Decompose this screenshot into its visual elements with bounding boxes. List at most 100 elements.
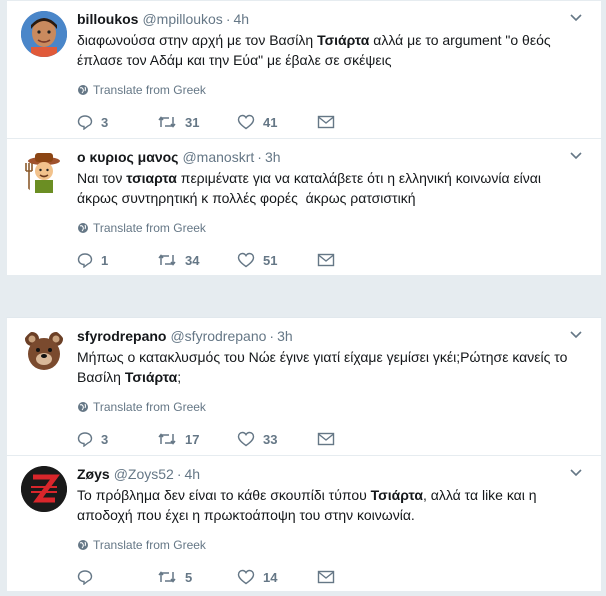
retweet-count: 34: [185, 252, 200, 268]
avatar[interactable]: [21, 11, 67, 57]
retweet-count: 5: [185, 569, 193, 585]
translate-label: Translate from Greek: [93, 400, 206, 414]
tweet-text-part: Ναι τον: [77, 170, 127, 186]
tweet-actions: 3 17 33: [77, 419, 591, 459]
dm-button[interactable]: [317, 115, 397, 129]
translate-link[interactable]: Translate from Greek: [77, 220, 591, 236]
tweet-header: ο κυριος μανος @manoskrt · 3h: [77, 148, 591, 166]
tweet-text-highlight: Τσιάρτα: [317, 32, 370, 48]
z-logo-icon: [21, 466, 67, 512]
retweet-icon: [158, 571, 176, 583]
reply-button[interactable]: 3: [77, 431, 157, 447]
tweet-text: Το πρόβλημα δεν είναι το κάθε σκουπίδι τ…: [77, 485, 591, 525]
tweet-header: sfyrodrepano @sfyrodrepano · 3h: [77, 327, 591, 345]
avatar[interactable]: [21, 149, 67, 195]
translate-link[interactable]: Translate from Greek: [77, 537, 591, 553]
tweet[interactable]: ο κυριος μανος @manoskrt · 3h Ναι τον τσ…: [7, 139, 601, 275]
retweet-icon: [158, 254, 176, 266]
heart-icon: [237, 114, 255, 130]
like-button[interactable]: 33: [237, 431, 317, 447]
tweet[interactable]: Zøys @Zoys52 · 4h Το πρόβλημα δεν είναι …: [7, 456, 601, 592]
author-name[interactable]: Zøys: [77, 465, 110, 483]
retweet-icon: [158, 433, 176, 445]
dm-button[interactable]: [317, 253, 397, 267]
like-button[interactable]: 14: [237, 569, 317, 585]
reply-icon: [77, 253, 93, 268]
avatar[interactable]: [21, 328, 67, 374]
heart-icon: [237, 252, 255, 268]
heart-icon: [237, 569, 255, 585]
tweet-actions: 1 34 51: [77, 240, 591, 280]
retweet-icon: [158, 116, 176, 128]
reply-button[interactable]: [77, 569, 157, 585]
tweet[interactable]: sfyrodrepano @sfyrodrepano · 3h Μήπως ο …: [7, 318, 601, 456]
author-handle[interactable]: @Zoys52: [114, 465, 174, 483]
tweet-text-highlight: Τσιάρτα: [124, 369, 178, 385]
retweet-button[interactable]: 31: [157, 114, 237, 130]
timestamp[interactable]: 3h: [265, 148, 281, 166]
tweet[interactable]: billoukos @mpilloukos · 4h διαφωνούσα στ…: [7, 1, 601, 139]
envelope-icon: [317, 115, 335, 129]
reply-count: 3: [101, 431, 109, 447]
reply-button[interactable]: 3: [77, 114, 157, 130]
dm-button[interactable]: [317, 570, 397, 584]
retweet-button[interactable]: 34: [157, 252, 237, 268]
tweet-text: διαφωνούσα στην αρχή με τον Βασίλη Τσιάρ…: [77, 30, 591, 70]
translate-label: Translate from Greek: [93, 83, 206, 97]
envelope-icon: [317, 253, 335, 267]
tweet-text-part: διαφωνούσα στην αρχή με τον Βασίλη: [77, 32, 318, 48]
avatar-boy-icon: [21, 11, 67, 57]
chevron-down-icon[interactable]: [569, 330, 583, 340]
tweet-header: billoukos @mpilloukos · 4h: [77, 10, 591, 28]
chevron-down-icon[interactable]: [569, 13, 583, 23]
thread-card-1: billoukos @mpilloukos · 4h διαφωνούσα στ…: [6, 0, 602, 276]
dm-button[interactable]: [317, 432, 397, 446]
reply-count: 3: [101, 114, 109, 130]
globe-icon: [78, 402, 88, 412]
reply-button[interactable]: 1: [77, 252, 157, 268]
tweet-text: Ναι τον τσιαρτα περιμένατε για να καταλά…: [77, 168, 591, 208]
translate-link[interactable]: Translate from Greek: [77, 82, 591, 98]
envelope-icon: [317, 432, 335, 446]
tweet-actions: 3 31 41: [77, 102, 591, 142]
author-handle[interactable]: @mpilloukos: [142, 10, 222, 28]
reply-icon: [77, 115, 93, 130]
chevron-down-icon[interactable]: [569, 468, 583, 478]
retweet-count: 31: [185, 114, 200, 130]
globe-icon: [78, 85, 88, 95]
tweet-actions: 5 14: [77, 557, 591, 596]
like-button[interactable]: 51: [237, 252, 317, 268]
timestamp[interactable]: 4h: [184, 465, 200, 483]
tweet-text-part: Το πρόβλημα δεν είναι το κάθε σκουπίδι τ…: [77, 487, 371, 503]
globe-icon: [78, 223, 88, 233]
translate-label: Translate from Greek: [93, 538, 206, 552]
chevron-down-icon[interactable]: [569, 151, 583, 161]
timestamp[interactable]: 4h: [233, 10, 249, 28]
heart-icon: [237, 431, 255, 447]
tweet-header: Zøys @Zoys52 · 4h: [77, 465, 591, 483]
avatar[interactable]: [21, 466, 67, 512]
like-count: 41: [263, 114, 278, 130]
envelope-icon: [317, 570, 335, 584]
farmer-emoji-icon: [25, 153, 60, 193]
bear-avatar-icon: [25, 332, 63, 370]
translate-label: Translate from Greek: [93, 221, 206, 235]
retweet-button[interactable]: 5: [157, 569, 237, 585]
separator-dot: ·: [257, 149, 262, 165]
reply-icon: [77, 432, 93, 447]
thread-card-2: sfyrodrepano @sfyrodrepano · 3h Μήπως ο …: [6, 317, 602, 592]
author-name[interactable]: sfyrodrepano: [77, 327, 166, 345]
retweet-count: 17: [185, 431, 200, 447]
like-button[interactable]: 41: [237, 114, 317, 130]
separator-dot: ·: [225, 11, 231, 27]
author-handle[interactable]: @sfyrodrepano: [170, 327, 266, 345]
author-name[interactable]: ο κυριος μανος: [77, 148, 178, 166]
tweet-text-part: ;: [177, 369, 182, 385]
like-count: 14: [263, 569, 278, 585]
timestamp[interactable]: 3h: [277, 327, 293, 345]
author-handle[interactable]: @manoskrt: [182, 148, 254, 166]
retweet-button[interactable]: 17: [157, 431, 237, 447]
translate-link[interactable]: Translate from Greek: [77, 399, 591, 415]
tweet-text-highlight: Τσιάρτα: [370, 487, 423, 503]
author-name[interactable]: billoukos: [77, 10, 138, 28]
